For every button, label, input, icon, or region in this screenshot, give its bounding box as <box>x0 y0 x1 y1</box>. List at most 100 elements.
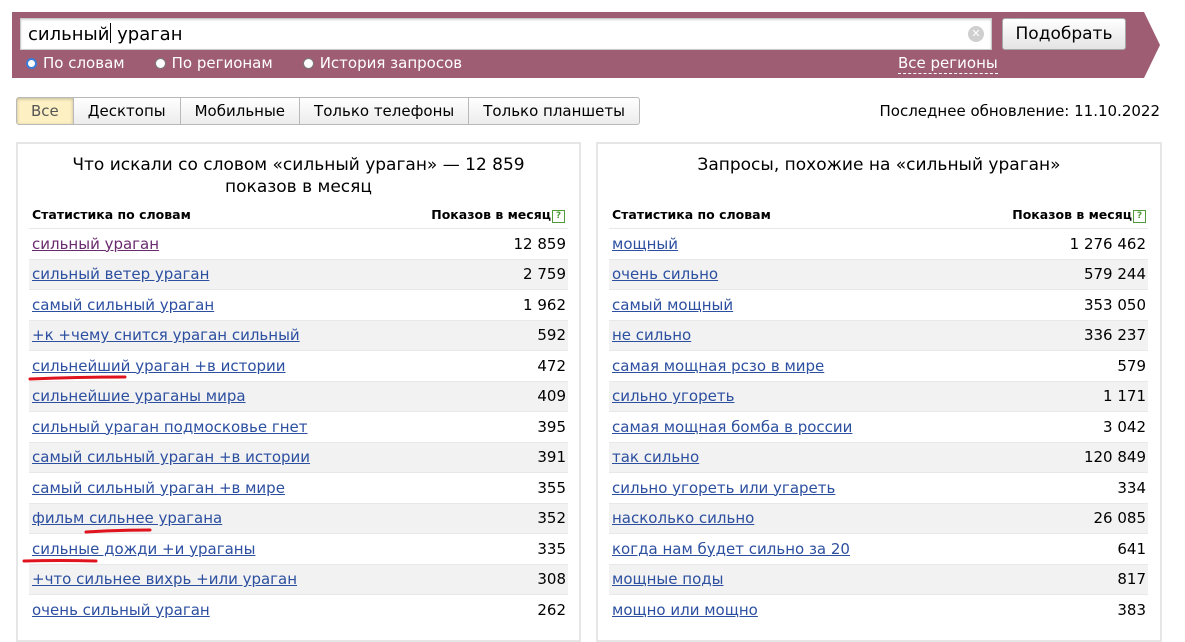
phrase-link[interactable]: очень сильный ураган <box>29 601 210 619</box>
impressions-count: 308 <box>537 570 566 589</box>
impressions-count: 1 171 <box>1103 387 1146 406</box>
impressions-count: 353 050 <box>1083 295 1146 314</box>
panel-title-line1: Что искали со словом «сильный ураган» — … <box>72 155 525 175</box>
mode-history[interactable]: История запросов <box>302 53 463 73</box>
panel-with-word: Что искали со словом «сильный ураган» — … <box>16 142 581 642</box>
column-header-phrase: Статистика по словам <box>32 207 191 222</box>
help-icon[interactable]: ? <box>552 210 565 223</box>
submit-button[interactable]: Подобрать <box>1002 18 1126 50</box>
impressions-count: 579 244 <box>1083 265 1146 284</box>
table-row: +к +чему снится ураган сильный 592 <box>29 319 568 350</box>
tab-tablets-only[interactable]: Только планшеты <box>469 98 639 124</box>
impressions-count: 641 <box>1117 539 1146 558</box>
phrase-link[interactable]: очень сильно <box>609 265 718 283</box>
phrase-link[interactable]: сильно угореть или угареть <box>609 479 835 497</box>
table-row: сильнейшие ураганы мира 409 <box>29 380 568 411</box>
phrase-link[interactable]: мощный <box>609 235 678 253</box>
table-row: мощный 1 276 462 <box>609 228 1148 259</box>
tab-desktops[interactable]: Десктопы <box>74 98 181 124</box>
phrase-link[interactable]: самый сильный ураган +в мире <box>29 479 285 497</box>
table-row: самый сильный ураган 1 962 <box>29 289 568 320</box>
phrase-link[interactable]: мощные поды <box>609 570 723 588</box>
phrase-link[interactable]: самый сильный ураган <box>29 296 214 314</box>
radio-icon[interactable] <box>302 57 314 69</box>
column-header-count-label: Показов в месяц <box>431 207 551 222</box>
table-row: самая мощная рсзо в мире 579 <box>609 350 1148 381</box>
device-tabs: Все Десктопы Мобильные Только телефоны Т… <box>16 97 640 125</box>
impressions-count: 395 <box>537 417 566 436</box>
table-row: очень сильный ураган 262 <box>29 594 568 625</box>
phrase-link[interactable]: мощно или мощно <box>609 601 758 619</box>
impressions-count: 2 759 <box>523 265 566 284</box>
phrase-list: сильный ураган 12 859 сильный ветер ураган… <box>29 228 568 625</box>
phrase-link[interactable]: сильно угореть <box>609 387 734 405</box>
table-row: фильм сильнее урагана 352 <box>29 502 568 533</box>
help-icon[interactable]: ? <box>1133 210 1146 223</box>
mode-label: По регионам <box>171 54 273 72</box>
clear-icon[interactable]: ✕ <box>968 26 984 42</box>
search-input[interactable]: сильный ураган ✕ <box>20 18 992 50</box>
impressions-count: 592 <box>537 326 566 345</box>
column-header-count-label: Показов в месяц <box>1012 207 1132 222</box>
table-row: очень сильно 579 244 <box>609 258 1148 289</box>
phrase-link[interactable]: насколько сильно <box>609 509 754 527</box>
phrase-link[interactable]: когда нам будет сильно за 20 <box>609 540 850 558</box>
impressions-count: 336 237 <box>1083 326 1146 345</box>
table-row: сильный ветер ураган 2 759 <box>29 258 568 289</box>
table-row: так сильно 120 849 <box>609 441 1148 472</box>
panel-title: Что искали со словом «сильный ураган» — … <box>18 154 579 198</box>
mode-label: История запросов <box>319 54 463 72</box>
phrase-link[interactable]: сильный ветер ураган <box>29 265 209 283</box>
search-query-text[interactable]: сильный ураган <box>28 23 182 46</box>
phrase-link[interactable]: так сильно <box>609 448 699 466</box>
impressions-count: 817 <box>1117 570 1146 589</box>
table-row: не сильно 336 237 <box>609 319 1148 350</box>
phrase-link[interactable]: самый мощный <box>609 296 733 314</box>
search-mode-group: По словам По регионам История запросов <box>26 53 492 73</box>
panel-similar: Запросы, похожие на «сильный ураган» Ста… <box>596 142 1162 642</box>
impressions-count: 383 <box>1117 600 1146 619</box>
table-row: мощно или мощно 383 <box>609 594 1148 625</box>
text-caret <box>110 23 112 43</box>
panel-title: Запросы, похожие на «сильный ураган» <box>697 155 1061 175</box>
radio-checked-icon[interactable] <box>26 57 37 69</box>
phrase-link[interactable]: сильный ураган подмосковье гнет <box>29 418 308 436</box>
tab-mobile[interactable]: Мобильные <box>181 98 301 124</box>
column-header-count: Показов в месяц? <box>1012 207 1146 223</box>
impressions-count: 355 <box>537 478 566 497</box>
phrase-link[interactable]: сильные дожди +и ураганы <box>29 540 255 558</box>
impressions-count: 26 085 <box>1093 509 1147 528</box>
table-row: сильно угореть или угареть 334 <box>609 472 1148 503</box>
table-row: сильно угореть 1 171 <box>609 380 1148 411</box>
impressions-count: 335 <box>537 539 566 558</box>
column-header-count: Показов в месяц? <box>431 207 565 223</box>
impressions-count: 352 <box>537 509 566 528</box>
table-row: +что сильнее вихрь +или ураган 308 <box>29 563 568 594</box>
phrase-link[interactable]: сильнейшие ураганы мира <box>29 387 246 405</box>
mode-by-regions[interactable]: По регионам <box>154 53 273 73</box>
phrase-link[interactable]: сильный ураган <box>29 235 159 253</box>
impressions-count: 120 849 <box>1083 448 1146 467</box>
phrase-link[interactable]: фильм сильнее урагана <box>29 509 222 527</box>
panel-title-line2: показов в месяц <box>225 177 372 197</box>
phrase-link[interactable]: +к +чему снится ураган сильный <box>29 326 300 344</box>
radio-icon[interactable] <box>154 57 166 69</box>
tab-phones-only[interactable]: Только телефоны <box>300 98 470 124</box>
phrase-link[interactable]: не сильно <box>609 326 691 344</box>
impressions-count: 391 <box>537 448 566 467</box>
last-update-text: Последнее обновление: 11.10.2022 <box>879 102 1160 120</box>
phrase-link[interactable]: самая мощная бомба в россии <box>609 418 852 436</box>
phrase-link[interactable]: +что сильнее вихрь +или ураган <box>29 570 297 588</box>
table-row: самый сильный ураган +в истории 391 <box>29 441 568 472</box>
impressions-count: 334 <box>1117 478 1146 497</box>
phrase-link[interactable]: самая мощная рсзо в мире <box>609 357 824 375</box>
mode-by-words[interactable]: По словам <box>26 53 125 73</box>
phrase-link[interactable]: самый сильный ураган +в истории <box>29 448 310 466</box>
table-row: самая мощная бомба в россии 3 042 <box>609 411 1148 442</box>
impressions-count: 12 859 <box>513 234 567 253</box>
phrase-link[interactable]: сильнейший ураган +в истории <box>29 357 286 375</box>
phrase-list: мощный 1 276 462 очень сильно 579 244 самый … <box>609 228 1148 625</box>
tab-all[interactable]: Все <box>17 98 74 124</box>
all-regions-link[interactable]: Все регионы <box>898 53 998 74</box>
table-row: сильный ураган подмосковье гнет 395 <box>29 411 568 442</box>
